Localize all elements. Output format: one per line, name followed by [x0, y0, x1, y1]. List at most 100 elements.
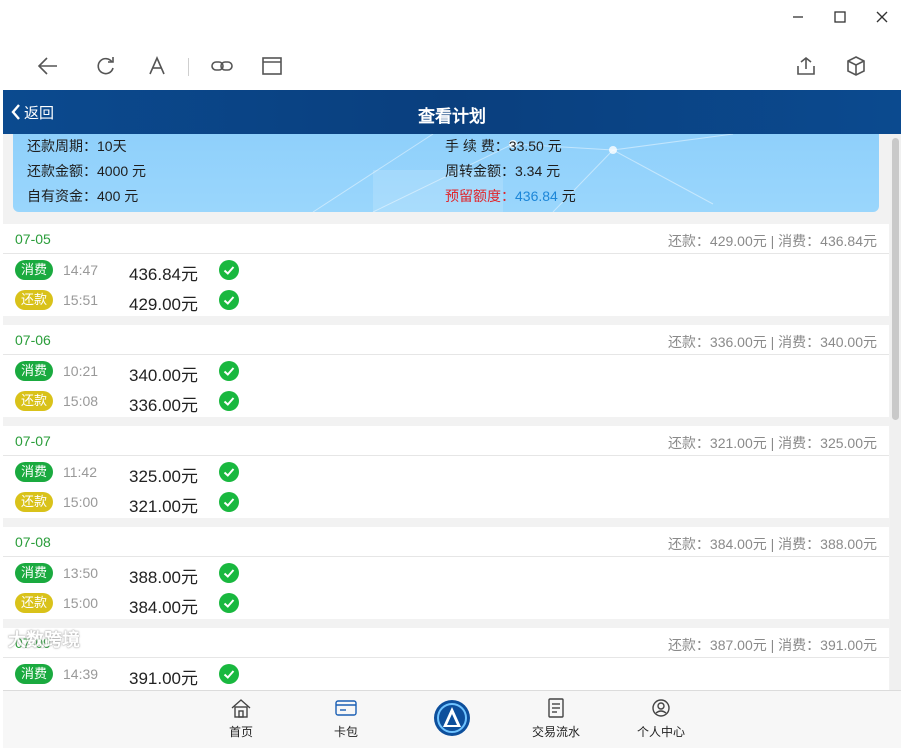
day-date: 07-08: [15, 534, 51, 550]
plan-row[interactable]: 还款 15:00 384.00元: [3, 588, 889, 618]
share-icon[interactable]: [793, 54, 819, 78]
browser-toolbar: [0, 44, 904, 88]
reserve-quota: 预留额度：436.84 元: [445, 186, 576, 206]
plan-row[interactable]: 消费 10:21 340.00元: [3, 356, 889, 386]
plan-row[interactable]: 消费 11:42 325.00元: [3, 457, 889, 487]
type-badge: 消费: [15, 563, 53, 583]
reserve-unit: 元: [557, 188, 576, 204]
row-amount: 325.00元: [129, 467, 198, 486]
type-badge: 还款: [15, 593, 53, 613]
type-badge: 还款: [15, 492, 53, 512]
font-size-icon[interactable]: [144, 54, 170, 78]
day-summary: 还款：336.00元 | 消费：340.00元: [667, 334, 877, 350]
reserve-value: 436.84: [515, 188, 558, 204]
row-time: 13:50: [63, 565, 99, 581]
row-time: 15:00: [63, 494, 99, 510]
row-amount: 388.00元: [129, 568, 198, 587]
toolbar-divider: [188, 58, 189, 76]
row-amount: 429.00元: [129, 295, 198, 314]
cube-icon[interactable]: [843, 54, 869, 78]
card-icon: [335, 700, 357, 716]
day-header: 07-07 还款：321.00元 | 消费：325.00元: [3, 426, 889, 456]
receipt-icon: [548, 698, 564, 718]
tab-card[interactable]: 卡包: [316, 695, 376, 747]
row-amount: 436.84元: [129, 265, 198, 284]
check-success-icon: [219, 391, 239, 411]
day-summary: 还款：321.00元 | 消费：325.00元: [667, 435, 877, 451]
row-time: 14:39: [63, 666, 99, 682]
row-time: 11:42: [63, 464, 97, 480]
day-date: 07-05: [15, 231, 51, 247]
scrollbar-thumb[interactable]: [892, 138, 899, 420]
plan-row[interactable]: 还款 15:00 321.00元: [3, 487, 889, 517]
day-header: 07-05 还款：429.00元 | 消费：436.84元: [3, 224, 889, 254]
window-icon[interactable]: [259, 54, 285, 78]
link-icon[interactable]: [209, 54, 235, 78]
type-badge: 还款: [15, 391, 53, 411]
type-badge: 消费: [15, 462, 53, 482]
type-badge: 还款: [15, 290, 53, 310]
check-success-icon: [219, 492, 239, 512]
back-arrow-icon[interactable]: [35, 54, 61, 78]
repay-amount: 还款金额：4000 元: [27, 163, 147, 179]
tab-profile-label: 个人中心: [636, 725, 685, 739]
day-header: 07-06 还款：336.00元 | 消费：340.00元: [3, 325, 889, 355]
row-amount: 321.00元: [129, 497, 198, 516]
close-button[interactable]: [870, 6, 894, 28]
type-badge: 消费: [15, 361, 53, 381]
plan-day-group: 07-07 还款：321.00元 | 消费：325.00元消费 11:42 325.0…: [3, 426, 889, 518]
app-window: 返回 查看计划 还款周期：10天 还款金额：4000 元 自有资金：400 元 …: [0, 0, 904, 748]
check-success-icon: [219, 260, 239, 280]
row-time: 15:08: [63, 393, 99, 409]
day-header: 07-08 还款：384.00元 | 消费：388.00元: [3, 527, 889, 557]
plan-row[interactable]: 还款 15:51 429.00元: [3, 285, 889, 315]
app-content: 返回 查看计划 还款周期：10天 还款金额：4000 元 自有资金：400 元 …: [3, 90, 901, 748]
plan-summary-card: 还款周期：10天 还款金额：4000 元 自有资金：400 元 手 续 费：33…: [13, 134, 879, 212]
tab-card-label: 卡包: [333, 725, 358, 739]
check-success-icon: [219, 664, 239, 684]
day-summary: 还款：387.00元 | 消费：391.00元: [667, 637, 877, 653]
plan-day-group: 07-05 还款：429.00元 | 消费：436.84元消费 14:47 436.8…: [3, 224, 889, 316]
plan-row[interactable]: 消费 14:39 391.00元: [3, 659, 889, 689]
maximize-button[interactable]: [828, 6, 852, 28]
check-success-icon: [219, 462, 239, 482]
row-time: 15:51: [63, 292, 99, 308]
page-title: 查看计划: [418, 107, 486, 126]
reserve-label: 预留额度：: [445, 188, 515, 204]
home-icon: [231, 699, 251, 718]
plan-row[interactable]: 消费 14:47 436.84元: [3, 255, 889, 285]
type-badge: 消费: [15, 260, 53, 280]
day-summary: 还款：429.00元 | 消费：436.84元: [667, 233, 877, 249]
plan-day-group: 07-06 还款：336.00元 | 消费：340.00元消费 10:21 340.0…: [3, 325, 889, 417]
center-logo-icon[interactable]: [433, 699, 471, 737]
day-date: 07-07: [15, 433, 51, 449]
check-success-icon: [219, 563, 239, 583]
plan-day-group: 07-08 还款：384.00元 | 消费：388.00元消费 13:50 388.0…: [3, 527, 889, 619]
minimize-button[interactable]: [786, 6, 810, 28]
check-success-icon: [219, 290, 239, 310]
watermark: 大数跨境: [8, 630, 80, 650]
bottom-tab-bar: 首页 卡包 交易流水 个人中心: [3, 690, 901, 748]
own-funds: 自有资金：400 元: [27, 188, 139, 204]
fee: 手 续 费：33.50 元: [445, 138, 562, 154]
profile-icon: [652, 699, 670, 717]
row-time: 15:00: [63, 595, 99, 611]
check-success-icon: [219, 361, 239, 381]
row-amount: 340.00元: [129, 366, 198, 385]
check-success-icon: [219, 593, 239, 613]
row-time: 10:21: [63, 363, 99, 379]
row-time: 14:47: [63, 262, 99, 278]
tab-home[interactable]: 首页: [211, 695, 271, 747]
day-date: 07-06: [15, 332, 51, 348]
nav-bar: 返回 查看计划: [3, 90, 901, 134]
tab-transactions-label: 交易流水: [531, 725, 580, 739]
tab-profile[interactable]: 个人中心: [631, 695, 691, 747]
row-amount: 336.00元: [129, 396, 198, 415]
plan-row[interactable]: 还款 15:08 336.00元: [3, 386, 889, 416]
day-header: 07-09 还款：387.00元 | 消费：391.00元: [3, 628, 889, 658]
plan-row[interactable]: 消费 13:50 388.00元: [3, 558, 889, 588]
tab-transactions[interactable]: 交易流水: [526, 695, 586, 747]
refresh-icon[interactable]: [93, 54, 119, 78]
day-summary: 还款：384.00元 | 消费：388.00元: [667, 536, 877, 552]
tab-home-label: 首页: [228, 725, 253, 739]
